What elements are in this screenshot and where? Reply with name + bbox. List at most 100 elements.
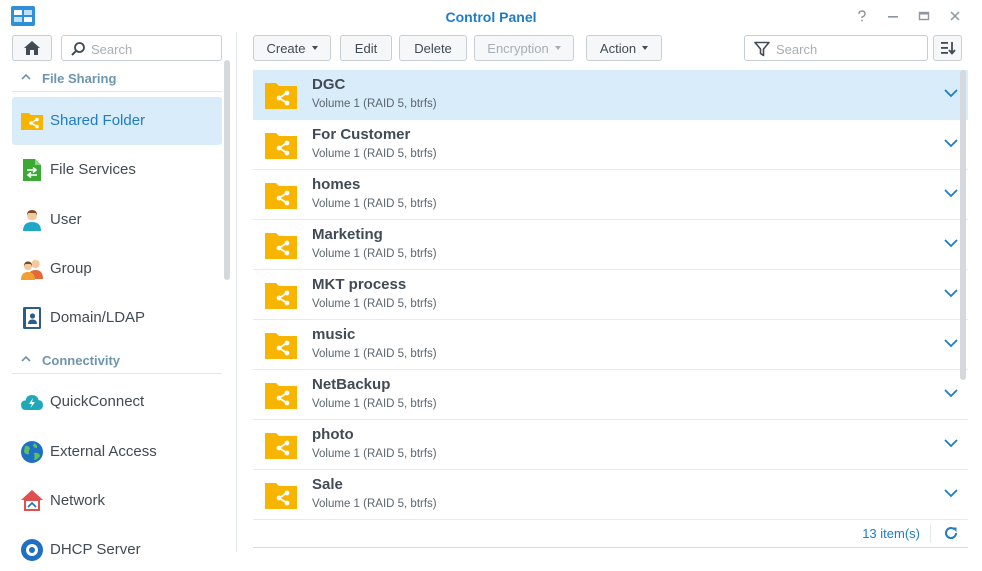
list-footer: 13 item(s) [253, 520, 968, 548]
create-button[interactable]: Create [253, 35, 331, 61]
folder-volume: Volume 1 (RAID 5, btrfs) [312, 198, 437, 210]
chevron-down-icon[interactable] [944, 138, 958, 148]
folder-row[interactable]: MKT process Volume 1 (RAID 5, btrfs) [253, 270, 968, 320]
delete-button[interactable]: Delete [399, 35, 467, 61]
chevron-down-icon[interactable] [944, 488, 958, 498]
shared-folder-icon [265, 283, 297, 309]
chevron-up-icon [21, 73, 31, 80]
folder-name: NetBackup [312, 376, 391, 393]
caret-down-icon [311, 46, 318, 50]
sidebar-search-input[interactable]: Search [61, 35, 222, 61]
folder-name: music [312, 326, 356, 343]
action-button[interactable]: Action [586, 35, 662, 61]
chevron-down-icon[interactable] [944, 338, 958, 348]
delete-button-label: Delete [414, 40, 452, 56]
chevron-down-icon[interactable] [944, 388, 958, 398]
folder-name: MKT process [312, 276, 407, 293]
shared-folder-icon [265, 183, 297, 209]
encryption-button-label: Encryption [487, 40, 549, 56]
chevron-down-icon[interactable] [944, 288, 958, 298]
sidebar-item-label: Domain/LDAP [50, 309, 146, 326]
shared-folder-icon [265, 233, 297, 259]
sidebar-item-label: Group [50, 260, 92, 277]
edit-button[interactable]: Edit [340, 35, 392, 61]
sidebar-item-group[interactable]: Group [12, 245, 222, 293]
control-panel-window: Control Panel Search File Sharing Shared… [0, 0, 982, 571]
sidebar-item-external-access[interactable]: External Access [12, 428, 222, 476]
filter-search-input[interactable]: Search [744, 35, 928, 61]
edit-button-label: Edit [354, 40, 378, 56]
footer-divider [930, 525, 931, 543]
external-access-icon [21, 441, 43, 463]
sidebar-item-network[interactable]: Network [12, 477, 222, 525]
network-icon [21, 490, 43, 511]
folder-name: Marketing [312, 226, 383, 243]
sidebar-item-file-services[interactable]: File Services [12, 146, 222, 194]
folder-name: For Customer [312, 126, 411, 143]
sidebar-search-placeholder: Search [91, 42, 133, 57]
dhcp-server-icon [21, 539, 43, 561]
sidebar-item-label: User [50, 211, 82, 228]
folder-row[interactable]: Marketing Volume 1 (RAID 5, btrfs) [253, 220, 968, 270]
group-icon [21, 259, 43, 280]
folder-name: homes [312, 176, 361, 193]
folder-row[interactable]: For Customer Volume 1 (RAID 5, btrfs) [253, 120, 968, 170]
shared-folder-icon [265, 483, 297, 509]
refresh-icon[interactable] [944, 526, 958, 540]
folder-row[interactable]: DGC Volume 1 (RAID 5, btrfs) [253, 70, 968, 120]
section-file-sharing[interactable]: File Sharing [12, 66, 222, 92]
caret-down-icon [554, 46, 561, 50]
sidebar-item-label: Network [50, 492, 106, 509]
file-services-icon [23, 159, 41, 181]
chevron-up-icon [21, 355, 31, 362]
action-button-label: Action [599, 40, 637, 56]
shared-folder-icon [265, 333, 297, 359]
sidebar: Search File Sharing Shared Folder File S… [0, 32, 236, 571]
chevron-down-icon[interactable] [944, 188, 958, 198]
chevron-down-icon[interactable] [944, 88, 958, 98]
user-icon [23, 210, 41, 231]
window-title: Control Panel [445, 9, 537, 25]
folder-volume: Volume 1 (RAID 5, btrfs) [312, 148, 437, 160]
sidebar-scrollbar[interactable] [224, 60, 230, 280]
filter-icon [754, 41, 770, 57]
folder-volume: Volume 1 (RAID 5, btrfs) [312, 398, 437, 410]
maximize-icon[interactable] [915, 7, 933, 25]
sidebar-item-quickconnect[interactable]: QuickConnect [12, 378, 222, 426]
sidebar-item-label: External Access [50, 443, 157, 460]
folder-name: Sale [312, 476, 343, 493]
home-button[interactable] [12, 35, 52, 61]
filter-search-placeholder: Search [776, 42, 818, 57]
list-scrollbar[interactable] [960, 70, 966, 380]
create-button-label: Create [266, 40, 306, 56]
sidebar-item-label: QuickConnect [50, 393, 145, 410]
sort-button[interactable] [933, 35, 962, 61]
sidebar-item-dhcp-server[interactable]: DHCP Server [12, 526, 222, 571]
sidebar-item-label: DHCP Server [50, 541, 141, 558]
folder-row[interactable]: homes Volume 1 (RAID 5, btrfs) [253, 170, 968, 220]
help-icon[interactable] [853, 7, 871, 25]
sidebar-item-domain-ldap[interactable]: Domain/LDAP [12, 294, 222, 342]
caret-down-icon [642, 46, 649, 50]
search-icon [71, 42, 85, 56]
quickconnect-icon [21, 395, 43, 410]
close-icon[interactable] [946, 7, 964, 25]
title-bar[interactable]: Control Panel [0, 0, 982, 32]
chevron-down-icon[interactable] [944, 438, 958, 448]
section-connectivity[interactable]: Connectivity [12, 348, 222, 374]
folder-row[interactable]: Sale Volume 1 (RAID 5, btrfs) [253, 470, 968, 520]
sidebar-item-user[interactable]: User [12, 196, 222, 244]
shared-folder-icon [265, 83, 297, 109]
encryption-button[interactable]: Encryption [474, 35, 574, 61]
minimize-icon[interactable] [884, 7, 902, 25]
folder-volume: Volume 1 (RAID 5, btrfs) [312, 298, 437, 310]
folder-row[interactable]: NetBackup Volume 1 (RAID 5, btrfs) [253, 370, 968, 420]
item-count: 13 item(s) [862, 526, 920, 541]
home-icon [24, 41, 40, 55]
folder-volume: Volume 1 (RAID 5, btrfs) [312, 98, 437, 110]
section-label: Connectivity [42, 353, 121, 368]
folder-row[interactable]: photo Volume 1 (RAID 5, btrfs) [253, 420, 968, 470]
chevron-down-icon[interactable] [944, 238, 958, 248]
sidebar-item-shared-folder[interactable]: Shared Folder [12, 97, 222, 145]
folder-row[interactable]: music Volume 1 (RAID 5, btrfs) [253, 320, 968, 370]
